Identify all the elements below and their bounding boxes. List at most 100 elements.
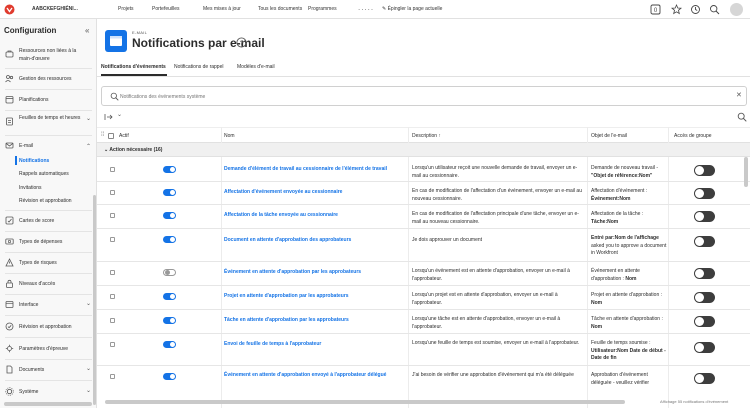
notification-name-link[interactable]: Événement en attente d'approbation envoy… (224, 372, 409, 379)
notification-name-link[interactable]: Document en attente d'approbation des ap… (224, 237, 409, 244)
nav-link-programmes[interactable]: Programmes (308, 6, 337, 12)
sidebar-item-parametres-epreuve[interactable]: Paramètres d'épreuve (0, 344, 96, 354)
table-row[interactable]: Événement en attente d'approbation par l… (97, 262, 750, 286)
pin-page-button[interactable]: ✎ Épingler la page actuelle (382, 6, 442, 12)
active-toggle[interactable] (163, 373, 176, 380)
sidebar-item-types-de-depenses[interactable]: Types de dépenses (0, 237, 96, 247)
help-icon[interactable]: ? (236, 37, 247, 48)
sidebar-item-planifications[interactable]: Planifications (0, 95, 96, 105)
active-toggle[interactable] (163, 166, 176, 173)
row-checkbox[interactable] (110, 167, 115, 172)
notification-name-link[interactable]: Demande d'élément de travail au cessionn… (224, 166, 409, 173)
history-icon[interactable] (690, 4, 701, 15)
notification-name-link[interactable]: Envoi de feuille de temps à l'approbateu… (224, 341, 409, 348)
row-checkbox[interactable] (110, 342, 115, 347)
table-search-icon[interactable] (737, 112, 747, 122)
nav-link-mises-a-jour[interactable]: Mes mises à jour (203, 6, 241, 12)
row-checkbox[interactable] (110, 237, 115, 242)
sidebar-item-revision-approbation[interactable]: Révision et approbation (0, 322, 96, 332)
sidebar-subitem-revision[interactable]: Révision et approbation (19, 198, 72, 204)
column-header-name[interactable]: Nom (224, 133, 235, 139)
tab-reminder-notifications[interactable]: Notifications de rappel (174, 64, 223, 70)
table-vertical-scrollbar[interactable] (744, 157, 748, 187)
collapse-sidebar-icon[interactable]: « (85, 26, 89, 35)
nav-link-documents[interactable]: Tous les documents (258, 6, 302, 12)
table-row[interactable]: Événement en attente d'approbation envoy… (97, 366, 750, 396)
sidebar-item-niveaux-acces[interactable]: Niveaux d'accès (0, 279, 96, 289)
sidebar-item-ressources[interactable]: Ressources non liées à la main-d'œuvre (0, 47, 96, 65)
sidebar-item-cartes-de-score[interactable]: Cartes de score (0, 216, 96, 226)
notification-name-link[interactable]: Tâche en attente d'approbation par les a… (224, 317, 409, 324)
group-access-toggle[interactable] (694, 342, 715, 353)
sidebar-horizontal-scrollbar[interactable] (4, 402, 92, 406)
avatar[interactable] (730, 3, 743, 16)
select-all-checkbox[interactable] (108, 133, 114, 139)
sidebar-subitem-rappels[interactable]: Rappels automatiques (19, 171, 69, 177)
nav-link-portefeuilles[interactable]: Portefeuilles (152, 6, 180, 12)
group-access-toggle[interactable] (694, 188, 715, 199)
row-checkbox[interactable] (110, 270, 115, 275)
sidebar-item-feuilles-de-temps[interactable]: Feuilles de temps et heures ⌄ (0, 114, 96, 132)
company-name[interactable]: AABCKEFGHIÉNI... (32, 6, 78, 12)
export-chevron-down-icon[interactable]: ⌄ (117, 111, 122, 118)
sidebar-item-interface[interactable]: Interface ⌄ (0, 300, 96, 310)
more-nav-button[interactable]: ..... (358, 3, 374, 12)
active-toggle[interactable] (163, 317, 176, 324)
table-horizontal-scrollbar[interactable] (105, 400, 625, 404)
table-row[interactable]: Envoi de feuille de temps à l'approbateu… (97, 334, 750, 366)
notification-name-link[interactable]: Affectation d'événement envoyée au cessi… (224, 189, 409, 196)
notification-name-link[interactable]: Affectation de la tâche envoyée au cessi… (224, 212, 409, 219)
table-row[interactable]: Projet en attente d'approbation par les … (97, 286, 750, 310)
active-toggle[interactable] (163, 269, 176, 276)
active-toggle[interactable] (163, 189, 176, 196)
sidebar-item-types-de-risques[interactable]: Types de risques (0, 258, 96, 268)
group-access-toggle[interactable] (694, 373, 715, 384)
active-toggle[interactable] (163, 212, 176, 219)
table-row[interactable]: Document en attente d'approbation des ap… (97, 229, 750, 262)
group-access-toggle[interactable] (694, 211, 715, 222)
sidebar-subitem-notifications[interactable]: Notifications (19, 158, 49, 164)
sidebar-item-gestion-ressources[interactable]: Gestion des ressources (0, 74, 96, 84)
notifications-icon[interactable]: 0 (650, 4, 661, 15)
notification-name-link[interactable]: Projet en attente d'approbation par les … (224, 293, 409, 300)
search-icon[interactable] (709, 4, 720, 15)
table-row[interactable]: Tâche en attente d'approbation par les a… (97, 310, 750, 334)
row-checkbox[interactable] (110, 294, 115, 299)
column-header-description[interactable]: Description ↑ (412, 133, 441, 139)
row-checkbox[interactable] (110, 318, 115, 323)
sidebar-item-systeme[interactable]: Système ⌄ (0, 387, 96, 397)
export-icon[interactable] (104, 113, 113, 121)
row-checkbox[interactable] (110, 374, 115, 379)
clear-search-icon[interactable]: ✕ (736, 91, 742, 99)
sidebar-subitem-invitations[interactable]: Invitations (19, 185, 42, 191)
table-row[interactable]: Affectation de la tâche envoyée au cessi… (97, 205, 750, 229)
table-row[interactable]: Demande d'élément de travail au cessionn… (97, 157, 750, 182)
sidebar-item-documents[interactable]: Documents ⌄ (0, 365, 96, 375)
tab-email-templates[interactable]: Modèles d'e-mail (237, 64, 275, 70)
tab-event-notifications[interactable]: Notifications d'événements (101, 64, 166, 70)
notification-description: Lorsqu'une tâche est en attente d'approb… (412, 316, 561, 330)
group-access-toggle[interactable] (694, 292, 715, 303)
search-input[interactable] (120, 91, 720, 102)
star-icon[interactable] (671, 4, 682, 15)
sidebar-scrollbar[interactable] (93, 195, 96, 405)
row-checkbox[interactable] (110, 190, 115, 195)
group-access-toggle[interactable] (694, 316, 715, 327)
sidebar-item-label: E-mail (19, 143, 34, 149)
group-access-toggle[interactable] (694, 236, 715, 247)
column-header-group-access[interactable]: Accès de groupe (674, 133, 712, 139)
row-checkbox[interactable] (110, 213, 115, 218)
column-header-active[interactable]: Actif (119, 133, 129, 139)
notification-name-link[interactable]: Événement en attente d'approbation par l… (224, 269, 409, 276)
table-row[interactable]: Affectation d'événement envoyée au cessi… (97, 182, 750, 205)
column-header-subject[interactable]: Objet de l'e-mail (591, 133, 627, 139)
group-access-toggle[interactable] (694, 165, 715, 176)
group-header-action-necessaire[interactable]: ⌄ Action nécessaire (16) (97, 143, 750, 157)
sidebar-item-email[interactable]: E-mail ⌃ (0, 141, 96, 151)
group-access-toggle[interactable] (694, 268, 715, 279)
active-toggle[interactable] (163, 341, 176, 348)
workfront-logo-icon[interactable] (4, 4, 15, 15)
active-toggle[interactable] (163, 236, 176, 243)
nav-link-projets[interactable]: Projets (118, 6, 134, 12)
active-toggle[interactable] (163, 293, 176, 300)
